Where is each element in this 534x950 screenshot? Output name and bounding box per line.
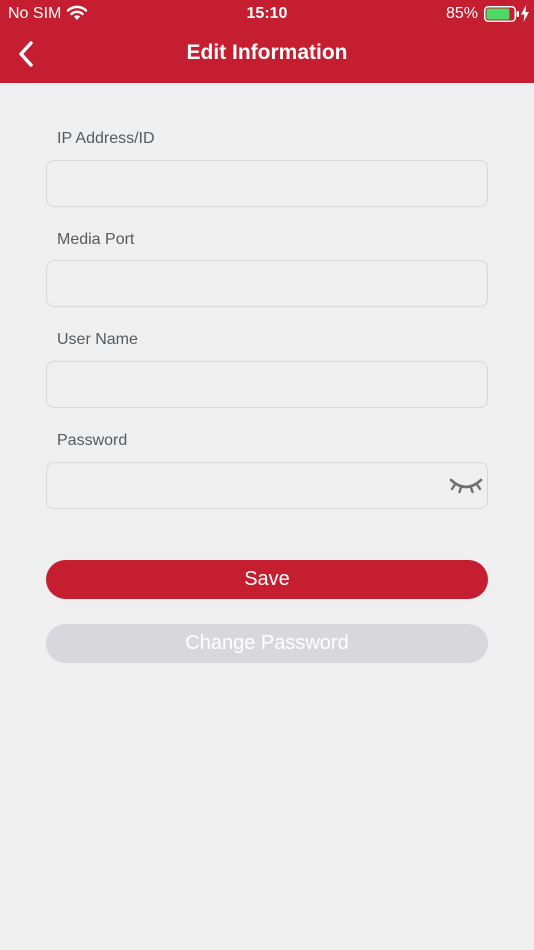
page-title: Edit Information — [186, 41, 348, 64]
user-name-label: User Name — [57, 331, 138, 348]
media-port-field-box — [46, 260, 488, 307]
password-input[interactable] — [47, 463, 487, 508]
ip-address-label: IP Address/ID — [57, 130, 155, 147]
nav-bar: Edit Information — [0, 28, 534, 83]
battery-icon — [484, 6, 519, 22]
change-password-button[interactable]: Change Password — [46, 624, 488, 663]
media-port-input[interactable] — [47, 261, 487, 306]
battery-percent: 85% — [445, 5, 478, 22]
ip-address-input[interactable] — [47, 161, 487, 206]
password-label: Password — [57, 432, 128, 449]
app-header: No SIM 15:10 85% Edit Information — [0, 0, 534, 83]
save-button[interactable]: Save — [46, 560, 488, 599]
password-field-box — [46, 462, 488, 509]
media-port-label: Media Port — [57, 231, 135, 248]
charging-bolt-icon — [521, 5, 529, 22]
status-bar: No SIM 15:10 85% — [0, 0, 534, 28]
user-name-input[interactable] — [47, 362, 487, 407]
ip-address-field-box — [46, 160, 488, 207]
eye-closed-icon[interactable] — [447, 474, 485, 498]
user-name-field-box — [46, 361, 488, 408]
